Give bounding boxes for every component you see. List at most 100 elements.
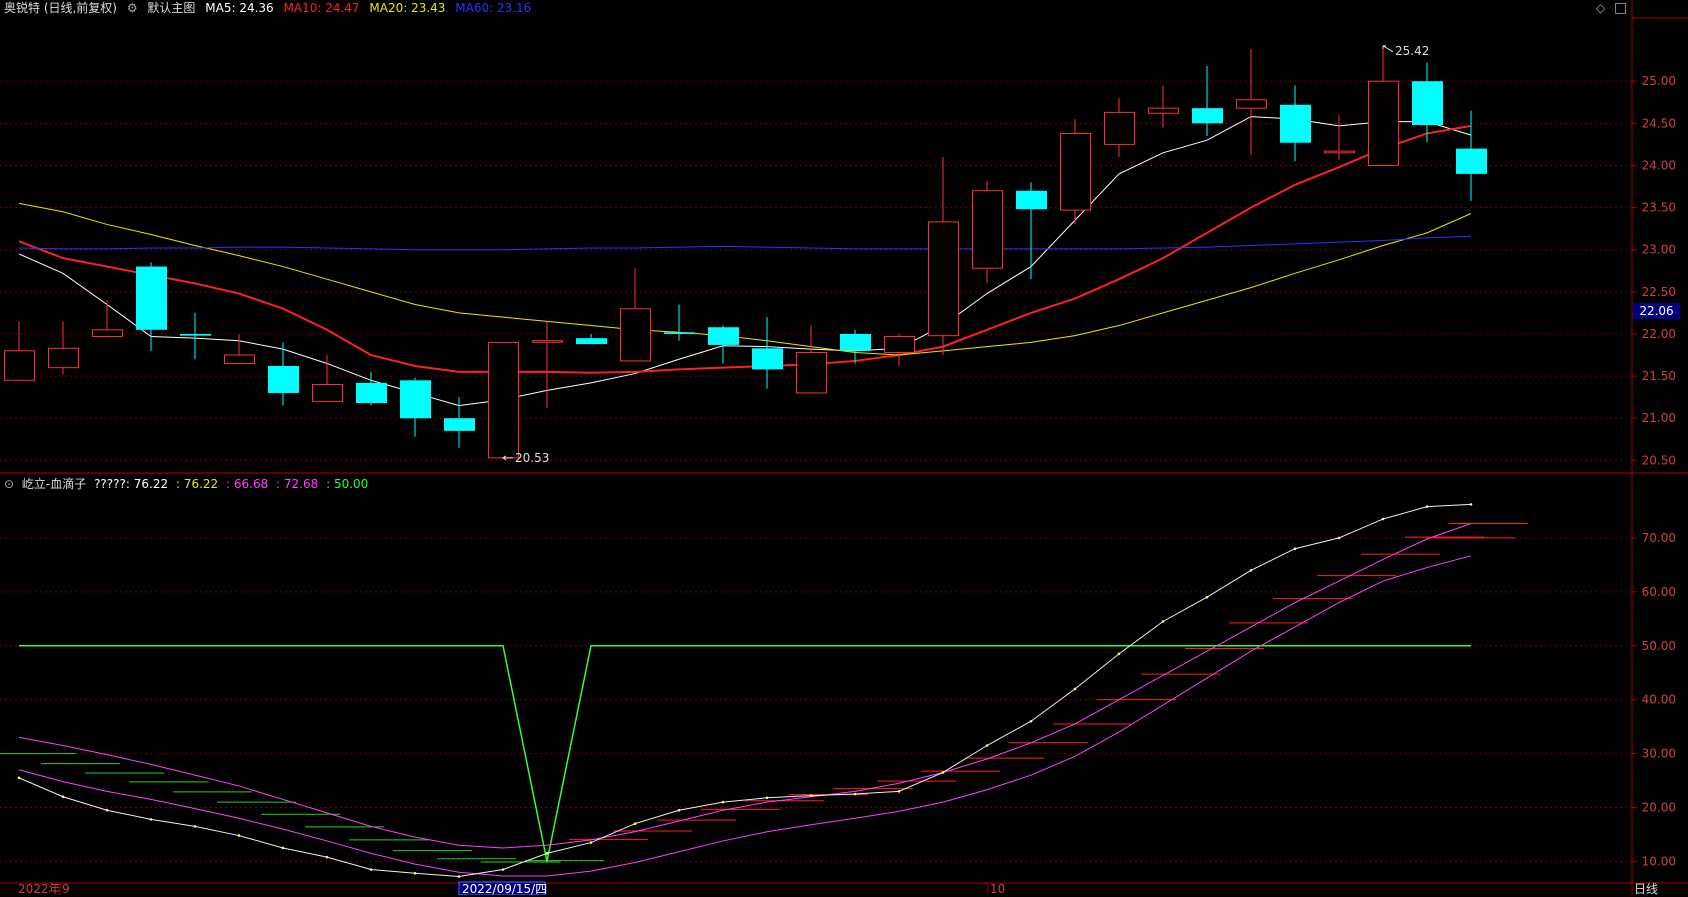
candle-body [268,365,299,393]
candle-body [1236,99,1267,109]
candle-body [1060,132,1091,211]
indicator-point [1337,536,1341,540]
indicator-point [545,852,549,855]
candle-body [1456,148,1487,174]
indicator-value-1: ?????: 76.22 [94,477,169,491]
candle [796,325,827,394]
candle [1324,114,1355,160]
indicator-value-4: : 72.68 [276,477,319,491]
candle [1016,182,1047,280]
indicator-point [105,808,109,812]
candle-body [1368,80,1399,166]
candle [312,355,343,402]
candle-body [576,338,607,345]
stock-chart-window: 25.42 20.53 20.50 21.00 21.50 22.00 22.50 23.0… [0,0,1688,897]
ma5-label: MA5: 24.36 [205,1,274,15]
sub-tick-label: 70.00 [1642,531,1676,545]
candle-body [884,336,915,354]
template-name[interactable]: 默认主图 [147,1,195,15]
indicator-point [1293,547,1297,551]
stock-name[interactable]: 奥锐特 (日线,前复权) [4,1,117,15]
indicator-value-5: : 50.00 [326,477,369,491]
main-tick-label: 20.50 [1642,453,1676,467]
indicator-point [237,834,241,837]
candle [972,180,1003,284]
low-annotation: 20.53 [515,451,549,465]
candle-body [1192,108,1223,124]
candle [884,333,915,366]
candle-body [796,352,827,394]
settings-icon[interactable]: ⚙ [127,1,138,15]
candle [1412,62,1443,142]
indicator-point [589,841,593,844]
sub-tick-label: 60.00 [1642,585,1676,599]
candle-body [620,308,651,362]
indicator-point [897,790,901,793]
indicator-point [17,776,21,780]
candle [4,321,35,381]
indicator-point [1425,505,1429,508]
main-tick-label: 24.50 [1642,116,1676,130]
candle [444,397,475,448]
indicator-point [325,855,329,859]
ma60-label: MA60: 23.16 [455,1,532,15]
x-label-month-10: 10 [990,882,1005,895]
indicator-line-magenta-lower [18,555,1472,877]
candle-body [1016,190,1047,210]
square-icon[interactable]: □ [1614,0,1627,16]
candle [708,325,739,364]
candle-body [1412,81,1443,126]
high-annotation: 25.42 [1395,44,1429,58]
candle [1368,45,1399,166]
indicator-point [61,795,65,799]
main-tick-label: 22.00 [1642,327,1676,341]
indicator-point [413,871,417,875]
candle-body [356,382,387,404]
candle-body [840,333,871,351]
candle-body [312,384,343,402]
ma-line-ma20 [18,202,1472,356]
cursor-date-label: 2022/09/15/四 [462,882,547,895]
indicator-point [985,744,989,747]
main-tick-label: 21.00 [1642,411,1676,425]
candle-body [48,347,79,369]
indicator-point [721,800,725,804]
current-price-tag: 22.06 [1633,303,1680,319]
candle [180,312,211,360]
candle [488,341,519,459]
high-arrow [1382,45,1394,53]
indicator-point [369,868,373,871]
indicator-point [501,868,505,871]
indicator-point [1161,620,1165,623]
indicator-point [1381,517,1385,521]
candle-body [664,332,695,334]
candle [1280,85,1311,162]
candle [928,157,959,356]
grid-layer [0,0,1688,895]
diamond-icon[interactable]: ◇ [1596,1,1605,15]
candle-body [972,190,1003,269]
circle-chevron-icon[interactable]: ⊙ [4,477,14,491]
ma-line-ma60 [18,235,1472,251]
candle [1236,49,1267,156]
indicator-name[interactable]: 屹立-血滴子 [22,477,86,491]
chart-canvas[interactable]: 25.42 20.53 20.50 21.00 21.50 22.00 22.50 23.0… [0,0,1688,895]
candle-body [708,327,739,345]
sub-header: ⊙ 屹立-血滴子 ?????: 76.22 : 76.22 : 66.68 : … [4,476,372,492]
indicator-point [1205,595,1209,599]
candle [1192,66,1223,136]
main-tick-label: 23.00 [1642,243,1676,257]
indicator-point [193,825,197,828]
indicator-value-3: : 66.68 [226,477,269,491]
indicator-point [1029,719,1033,723]
indicator-point [853,792,857,796]
candle-body [928,221,959,337]
sub-tick-label: 30.00 [1642,747,1676,761]
candle-body [224,354,255,364]
main-tick-label: 21.50 [1642,369,1676,383]
candle [356,371,387,406]
indicator-line-magenta-upper [18,522,1472,849]
period-tab[interactable]: 日线 [1634,880,1658,897]
candle-body [1324,150,1355,154]
indicator-value-2: : 76.22 [175,477,219,491]
